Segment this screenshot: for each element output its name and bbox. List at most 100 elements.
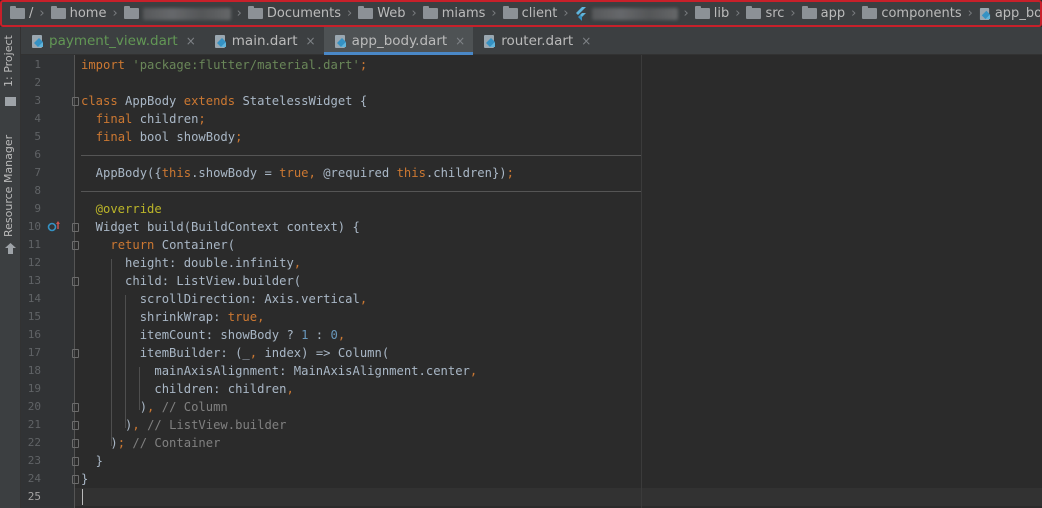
- editor-tab[interactable]: payment_view.dart ×: [21, 27, 204, 55]
- line-number-gutter[interactable]: 1 2 3 4 5 6 7 8 9 10 11 12 13 14 15 16 17 18 19 20 21 22 23 24 2…: [21, 55, 79, 508]
- breadcrumb-segment[interactable]: [123, 6, 231, 20]
- code-text-area[interactable]: import 'package:flutter/material.dart'; c…: [81, 55, 1041, 508]
- breadcrumb-segment[interactable]: app_body.dart: [979, 6, 1040, 21]
- tab-label: app_body.dart: [351, 33, 448, 49]
- line-number: 9: [34, 202, 41, 215]
- override-method-icon[interactable]: [47, 220, 61, 234]
- close-icon[interactable]: ×: [581, 34, 591, 48]
- tab-label: router.dart: [501, 33, 574, 49]
- code-token: .children}): [425, 166, 507, 180]
- project-tool-tab[interactable]: 1: Project: [2, 35, 15, 87]
- breadcrumb-segment[interactable]: /: [10, 6, 33, 21]
- line-number: 23: [27, 454, 41, 467]
- close-icon[interactable]: ×: [186, 34, 196, 48]
- code-token: ;: [117, 436, 133, 450]
- code-token: ): [81, 436, 118, 450]
- dart-file-icon: [334, 34, 346, 48]
- folder-icon: [862, 6, 878, 19]
- close-icon[interactable]: ×: [455, 34, 465, 48]
- breadcrumb-segment[interactable]: components: [862, 6, 962, 21]
- code-token: children: [139, 112, 199, 126]
- breadcrumb-segment[interactable]: client: [502, 6, 558, 21]
- editor-tab[interactable]: router.dart ×: [473, 27, 599, 55]
- code-line[interactable]: final children;: [81, 110, 206, 128]
- code-token: ,: [286, 382, 294, 396]
- fold-marker-icon[interactable]: [72, 349, 79, 358]
- code-line[interactable]: return Container(: [81, 236, 235, 254]
- editor-tab[interactable]: main.dart ×: [204, 27, 324, 55]
- dart-file-icon: [214, 34, 226, 48]
- breadcrumb-segment[interactable]: src: [746, 6, 784, 21]
- code-token: class: [81, 94, 126, 108]
- fold-marker-icon[interactable]: [72, 241, 79, 250]
- code-token: itemBuilder: (_: [81, 346, 250, 360]
- breadcrumb-segment[interactable]: lib: [694, 6, 729, 21]
- code-line[interactable]: height: double.infinity,: [81, 254, 301, 272]
- line-number: 13: [27, 274, 41, 287]
- code-editor[interactable]: 1 2 3 4 5 6 7 8 9 10 11 12 13 14 15 16 17 18 19 20 21 22 23 24 2…: [21, 55, 1042, 508]
- breadcrumb-segment[interactable]: [575, 6, 678, 21]
- fold-marker-icon[interactable]: [72, 223, 79, 232]
- code-line[interactable]: ); // Container: [81, 434, 220, 452]
- code-token: @required: [323, 166, 397, 180]
- indent-guide: [111, 258, 112, 446]
- line-number: 14: [27, 292, 41, 305]
- breadcrumb-segment[interactable]: miams: [422, 6, 486, 21]
- fold-marker-icon[interactable]: [72, 439, 79, 448]
- line-number: 7: [34, 166, 41, 179]
- code-line[interactable]: ), // Column: [81, 398, 228, 416]
- folder-icon: [694, 6, 710, 19]
- code-token: ;: [506, 166, 514, 180]
- code-line[interactable]: shrinkWrap: true,: [81, 308, 265, 326]
- code-line[interactable]: final bool showBody;: [81, 128, 243, 146]
- fold-marker-icon[interactable]: [72, 457, 79, 466]
- breadcrumb-segment[interactable]: home: [50, 6, 106, 21]
- code-token: ;: [235, 130, 243, 144]
- code-line[interactable]: itemCount: showBody ? 1 : 0,: [81, 326, 345, 344]
- code-line[interactable]: @override: [81, 200, 162, 218]
- breadcrumb-label: miams: [441, 6, 486, 21]
- line-number: 20: [27, 400, 41, 413]
- close-icon[interactable]: ×: [306, 34, 316, 48]
- code-token: ,: [359, 292, 368, 306]
- left-tool-window-strip: 1: Project Resource Manager: [0, 27, 21, 508]
- code-token: .showBody =: [191, 166, 280, 180]
- code-line[interactable]: import 'package:flutter/material.dart';: [81, 56, 367, 74]
- code-line[interactable]: scrollDirection: Axis.vertical,: [81, 290, 367, 308]
- indent-guide: [125, 294, 126, 428]
- code-token: true: [279, 166, 309, 180]
- fold-marker-icon[interactable]: [72, 475, 79, 484]
- resource-manager-icon[interactable]: [5, 243, 16, 254]
- code-line[interactable]: children: children,: [81, 380, 294, 398]
- code-line[interactable]: Widget build(BuildContext context) {: [81, 218, 360, 236]
- project-folder-icon[interactable]: [5, 97, 16, 106]
- code-line[interactable]: child: ListView.builder(: [81, 272, 301, 290]
- code-line[interactable]: class AppBody extends StatelessWidget {: [81, 92, 367, 110]
- code-token: this: [396, 166, 426, 180]
- code-token: :: [308, 328, 331, 342]
- folder-icon: [746, 6, 762, 19]
- fold-marker-icon[interactable]: [72, 97, 79, 106]
- code-line[interactable]: AppBody({this.showBody = true, @required…: [81, 164, 514, 182]
- code-token: ,: [337, 328, 346, 342]
- resource-manager-tool-tab[interactable]: Resource Manager: [2, 135, 15, 237]
- breadcrumb-label: client: [521, 6, 558, 21]
- breadcrumb-separator-chevron-icon: ›: [563, 6, 569, 21]
- breadcrumb-segment[interactable]: Web: [358, 6, 406, 21]
- code-line[interactable]: }: [81, 470, 88, 488]
- breadcrumb-separator-chevron-icon: ›: [491, 6, 497, 21]
- breadcrumb-segment[interactable]: app: [801, 6, 845, 21]
- code-token: shrinkWrap:: [81, 310, 228, 324]
- code-line[interactable]: itemBuilder: (_, index) => Column(: [81, 344, 390, 362]
- breadcrumb-segment[interactable]: Documents: [247, 6, 341, 21]
- line-number: 15: [27, 310, 41, 323]
- code-line[interactable]: mainAxisAlignment: MainAxisAlignment.cen…: [81, 362, 477, 380]
- code-token: extends: [183, 94, 243, 108]
- code-token: return: [110, 238, 162, 252]
- fold-marker-icon[interactable]: [72, 403, 79, 412]
- fold-marker-icon[interactable]: [72, 277, 79, 286]
- editor-tab[interactable]: app_body.dart ×: [323, 27, 474, 55]
- fold-marker-icon[interactable]: [72, 421, 79, 430]
- code-line[interactable]: }: [81, 452, 103, 470]
- line-number: 4: [34, 112, 41, 125]
